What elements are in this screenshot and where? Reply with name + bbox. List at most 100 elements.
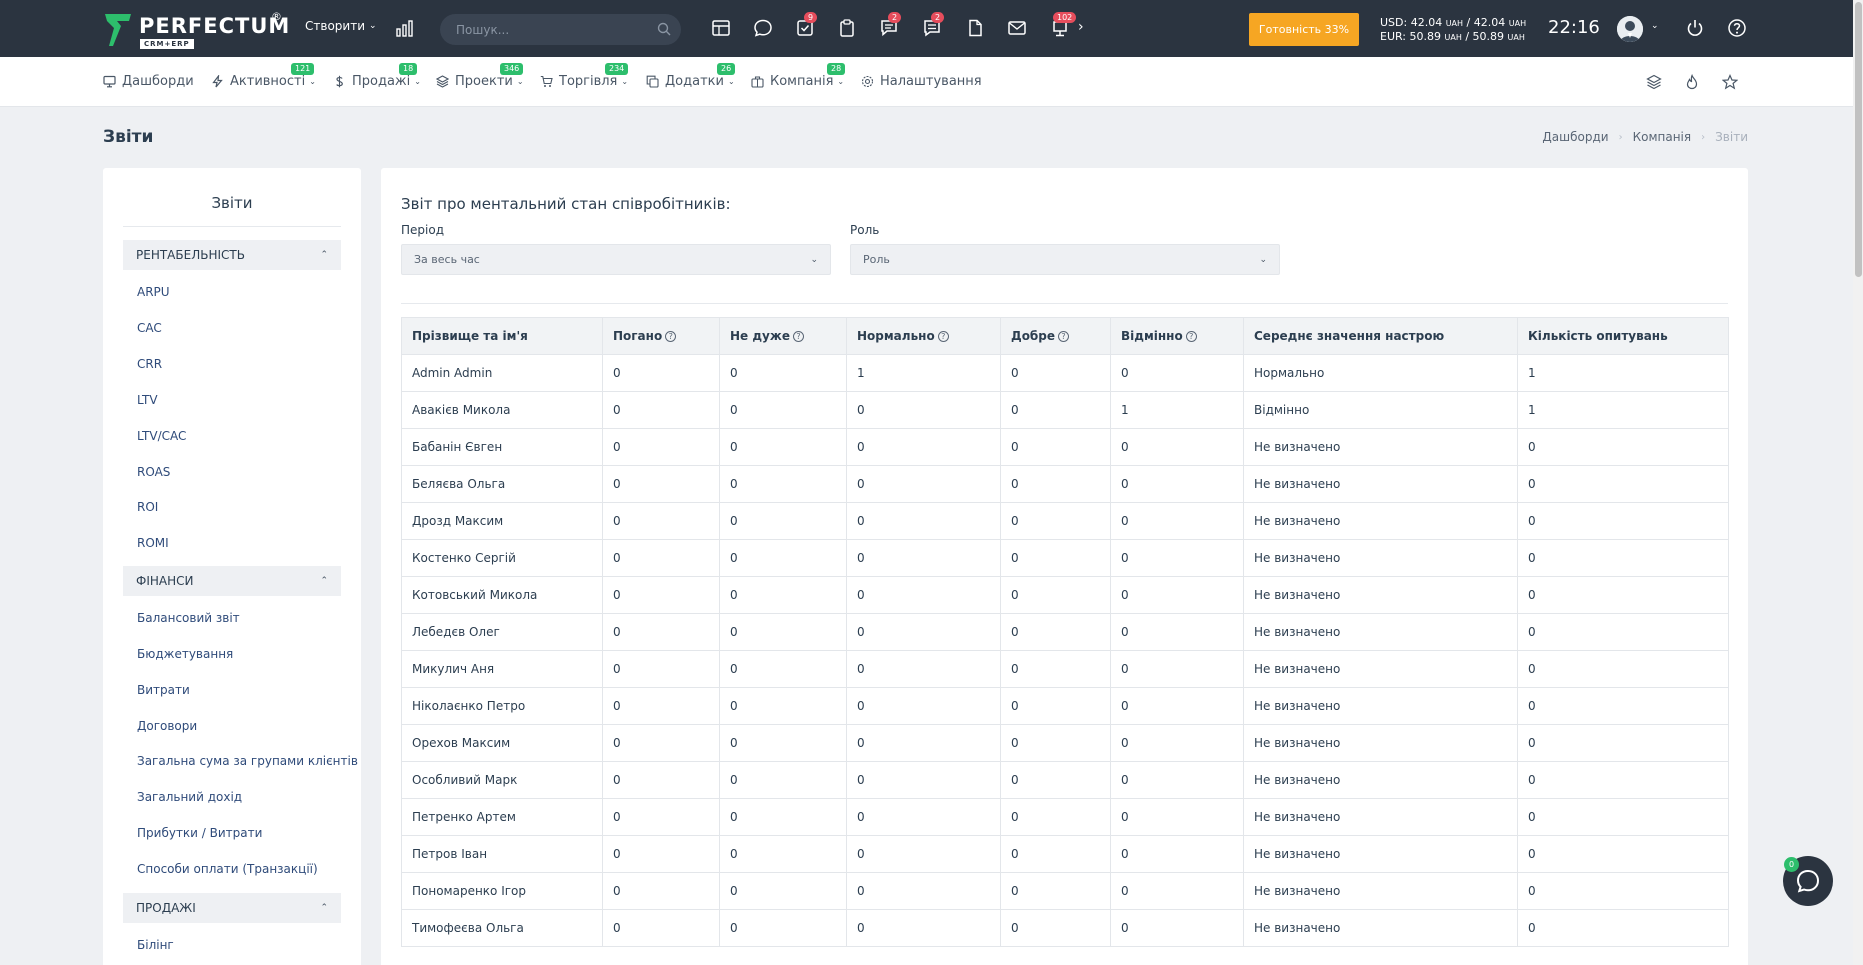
nav-label: Активності: [230, 74, 306, 89]
layers-icon[interactable]: [1646, 74, 1662, 90]
nav-addons[interactable]: Додатки ⌄ 26: [646, 63, 736, 89]
help-circle-icon[interactable]: ?: [792, 331, 804, 342]
sidebar-link-expenses[interactable]: Витрати: [137, 683, 190, 697]
nav-activities[interactable]: Активності ⌄ 121: [211, 63, 316, 89]
document-icon[interactable]: [965, 18, 985, 38]
column-label: Нормально: [857, 329, 935, 343]
chevron-down-icon: ⌄: [621, 77, 629, 86]
cell-average-mood: Не визначено: [1243, 909, 1518, 947]
cell-survey-count: 0: [1517, 872, 1729, 910]
currency-eur: EUR: 50.89 UAH / 50.89 UAH: [1380, 30, 1526, 44]
scrollbar-thumb[interactable]: [1855, 2, 1862, 277]
column-header-survey-count[interactable]: Кількість опитувань: [1517, 317, 1729, 355]
chevron-down-icon: ⌄: [414, 77, 421, 86]
cell-name: Беляєва Ольга: [401, 465, 603, 503]
nav-projects[interactable]: Проекти ⌄ 346: [436, 63, 524, 89]
nav-company[interactable]: Компанія ⌄ 28: [751, 63, 846, 89]
help-circle-icon[interactable]: ?: [665, 331, 677, 342]
nav-badge: 28: [827, 63, 846, 75]
column-header-normal[interactable]: Нормально?: [846, 317, 1001, 355]
column-header-bad[interactable]: Погано?: [602, 317, 720, 355]
sidebar-link-ltv-cac[interactable]: LTV/CAC: [137, 429, 186, 443]
cell-good: 0: [1000, 354, 1111, 392]
fire-icon[interactable]: [1684, 74, 1700, 90]
sidebar-section-sales[interactable]: ПРОДАЖІ ⌃: [123, 893, 341, 923]
comments-icon[interactable]: 2: [879, 12, 902, 38]
cell-name: Петренко Артем: [401, 798, 603, 836]
sidebar-section-profitability[interactable]: РЕНТАБЕЛЬНІСТЬ ⌃: [123, 240, 341, 270]
table-row: Тимофеєва Ольга 0 0 0 0 0 Не визначено 0: [401, 909, 1729, 947]
breadcrumb-dashboards[interactable]: Дашборди: [1542, 130, 1608, 144]
cell-excellent: 0: [1110, 909, 1244, 947]
sidebar-link-payment-methods[interactable]: Способи оплати (Транзакції): [137, 862, 318, 876]
sidebar-link-profit-expenses[interactable]: Прибутки / Витрати: [137, 826, 262, 840]
notifications-icon[interactable]: 102: [1050, 12, 1077, 38]
help-icon[interactable]: [1727, 18, 1747, 38]
breadcrumb-company[interactable]: Компанія: [1633, 130, 1692, 144]
nav-dashboards[interactable]: Дашборди: [103, 74, 194, 89]
sidebar-link-billing[interactable]: Білінг: [137, 938, 174, 952]
sidebar-link-cac[interactable]: CAC: [137, 321, 162, 335]
sidebar-link-crr[interactable]: CRR: [137, 357, 162, 371]
chat-icon[interactable]: [753, 18, 773, 38]
chevron-down-icon[interactable]: ⌄: [1651, 21, 1659, 31]
cell-bad: 0: [602, 724, 720, 762]
mail-icon[interactable]: [1007, 18, 1027, 38]
column-header-good[interactable]: Добре?: [1000, 317, 1111, 355]
avatar[interactable]: [1617, 16, 1643, 42]
nav-trade[interactable]: Торгівля ⌄ 234: [540, 63, 629, 89]
cell-not-good: 0: [719, 539, 847, 577]
sidebar-link-balance[interactable]: Балансовий звіт: [137, 611, 240, 625]
search-icon[interactable]: [657, 22, 671, 36]
nav-sales[interactable]: Продажі ⌄ 18: [333, 63, 421, 89]
help-circle-icon[interactable]: ?: [937, 331, 949, 342]
sidebar-link-arpu[interactable]: ARPU: [137, 285, 170, 299]
messages-icon[interactable]: 2: [922, 12, 945, 38]
readiness-button[interactable]: Готовність 33%: [1249, 13, 1359, 46]
column-header-name[interactable]: Прізвище та ім'я: [401, 317, 603, 355]
role-select[interactable]: Роль ⌄: [850, 244, 1280, 275]
sidebar-link-contracts[interactable]: Договори: [137, 719, 197, 733]
tasks-badge: 9: [804, 12, 818, 23]
tasks-icon[interactable]: 9: [795, 12, 818, 38]
create-dropdown[interactable]: Створити ⌄: [305, 19, 377, 33]
sidebar-link-roi[interactable]: ROI: [137, 500, 158, 514]
cell-good: 0: [1000, 687, 1111, 725]
cell-survey-count: 0: [1517, 687, 1729, 725]
cell-not-good: 0: [719, 909, 847, 947]
column-header-excellent[interactable]: Відмінно?: [1110, 317, 1244, 355]
cell-not-good: 0: [719, 613, 847, 651]
clipboard-icon[interactable]: [837, 18, 857, 38]
column-header-average-mood[interactable]: Середнє значення настрою: [1243, 317, 1518, 355]
sidebar-link-budgeting[interactable]: Бюджетування: [137, 647, 233, 661]
sidebar-link-ltv[interactable]: LTV: [137, 393, 158, 407]
column-header-not-good[interactable]: Не дуже?: [719, 317, 847, 355]
help-circle-icon[interactable]: ?: [1185, 331, 1197, 342]
star-icon[interactable]: [1722, 74, 1738, 90]
sidebar-link-romi[interactable]: ROMI: [137, 536, 169, 550]
sidebar-section-finance[interactable]: ФІНАНСИ ⌃: [123, 566, 341, 596]
period-select[interactable]: За весь час ⌄: [401, 244, 831, 275]
cell-good: 0: [1000, 391, 1111, 429]
role-value: Роль: [863, 253, 890, 266]
bar-chart-icon[interactable]: [396, 19, 414, 37]
power-icon[interactable]: [1685, 18, 1705, 38]
sidebar-link-roas[interactable]: ROAS: [137, 465, 170, 479]
calendar-icon[interactable]: [711, 18, 731, 38]
nav-settings[interactable]: Налаштування: [861, 74, 982, 89]
table-row: Дрозд Максим 0 0 0 0 0 Не визначено 0: [401, 502, 1729, 540]
cell-bad: 0: [602, 761, 720, 799]
help-circle-icon[interactable]: ?: [1058, 331, 1070, 342]
period-value: За весь час: [414, 253, 480, 266]
sidebar-link-total-income[interactable]: Загальний дохід: [137, 790, 242, 804]
sidebar-link-client-groups[interactable]: Загальна сума за групами клієнтів: [137, 754, 358, 768]
cell-name: Пономаренко Ігор: [401, 872, 603, 910]
cell-survey-count: 0: [1517, 724, 1729, 762]
search-input[interactable]: [456, 14, 646, 45]
chevron-right-icon[interactable]: ›: [1078, 19, 1098, 39]
cell-not-good: 0: [719, 391, 847, 429]
eur-rate-secondary: / 50.89: [1465, 30, 1505, 43]
cell-average-mood: Не визначено: [1243, 835, 1518, 873]
table-row: Микулич Аня 0 0 0 0 0 Не визначено 0: [401, 650, 1729, 688]
cell-survey-count: 0: [1517, 798, 1729, 836]
